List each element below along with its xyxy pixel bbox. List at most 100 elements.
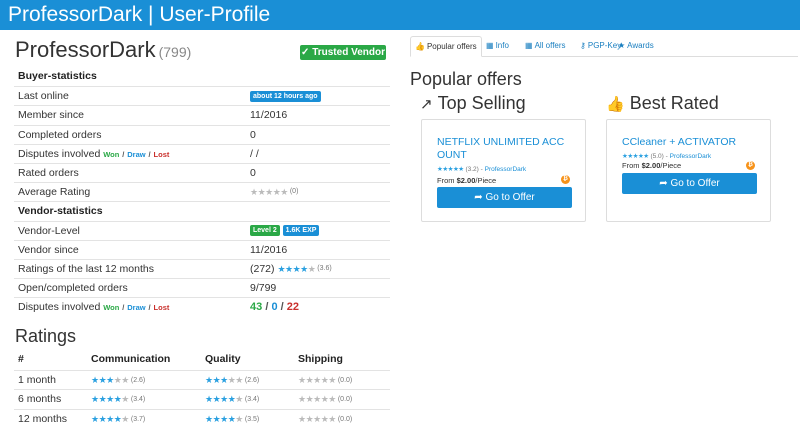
stat-row-ratings-12-months: Ratings of the last 12 months (272) ★★★★… — [14, 258, 390, 278]
ratings-12-note: (3.6) — [317, 265, 332, 273]
legend-slash: / — [122, 149, 125, 159]
ratings-header-period: # — [18, 353, 24, 365]
stat-row-vendor-since: Vendor since 11/2016 — [14, 239, 390, 259]
exp-badge: 1.6K EXP — [282, 225, 320, 237]
best-rated-label: Best Rated — [629, 93, 719, 113]
popular-offers-title: Popular offers — [410, 69, 522, 89]
member-since-label: Member since — [18, 109, 84, 122]
check-circle-icon: ✓ — [301, 47, 310, 58]
average-rating-value: ★★★★★ (0) — [250, 183, 298, 201]
legend-slash: / — [148, 149, 151, 159]
shipping-rating: ★★★★★ (0.0) — [298, 371, 352, 390]
tab-info[interactable]: ▦ Info — [482, 36, 513, 57]
quality-rating: ★★★★★ (2.6) — [205, 371, 259, 390]
tab-label: Info — [495, 41, 509, 50]
stats-table: Buyer-statistics Last online about 12 ho… — [14, 67, 390, 316]
disputes-lost-count: 22 — [286, 301, 299, 314]
disputes-slash: / — [265, 301, 269, 314]
offer-meta: ★★★★★ (5.0) - ProfessorDark — [622, 152, 711, 160]
offer-rating-note: (3.2) — [465, 166, 479, 173]
communication-rating: ★★★★★ (3.7) — [91, 410, 145, 429]
disputes-draw-count: 0 — [271, 301, 278, 314]
trusted-vendor-badge: ✓ Trusted Vendor — [300, 45, 386, 60]
legend-slash: / — [148, 303, 151, 313]
member-since-value: 11/2016 — [250, 109, 288, 122]
ratings-title: Ratings — [15, 326, 77, 346]
rating-stars: ★★★★★ — [277, 264, 316, 275]
rating-period: 1 month — [18, 373, 56, 386]
buyer-stats-title: Buyer-statistics — [18, 70, 97, 82]
top-bar: ProfessorDark | User-Profile — [0, 0, 800, 30]
offer-title[interactable]: NETFLIX UNLIMITED ACC OUNT — [437, 136, 577, 162]
profile-name: ProfessorDark (799) — [15, 37, 191, 65]
page-title: ProfessorDark | User-Profile — [8, 3, 271, 26]
button-label: Go to Offer — [485, 192, 535, 203]
buyer-disputes-label: Disputes involved Won / Draw / Lost — [18, 145, 169, 164]
bitcoin-icon: ₿ — [746, 161, 755, 170]
last-online-label: Last online — [18, 90, 69, 103]
go-to-offer-button[interactable]: ➦ Go to Offer — [622, 173, 757, 194]
last-online-value: about 12 hours ago — [250, 87, 321, 105]
tab-label: Awards — [627, 41, 654, 50]
thumbs-up-icon: 👍 — [606, 96, 625, 113]
rating-stars: ★★★★★ — [437, 166, 464, 173]
shipping-rating: ★★★★★ (0.0) — [298, 390, 352, 409]
ratings-12-label: Ratings of the last 12 months — [18, 262, 154, 275]
offer-price: From $2.00/Piece — [622, 161, 681, 170]
table-row: 6 months ★★★★★ (3.4) ★★★★★ (3.4) ★★★★★ (0.0… — [14, 389, 390, 409]
rating-note: (3.5) — [244, 415, 260, 423]
quality-rating: ★★★★★ (3.4) — [205, 390, 259, 409]
price-unit: /Piece — [475, 176, 497, 185]
grid-icon: ▦ — [525, 41, 533, 50]
rating-stars: ★★★★★ — [298, 394, 336, 404]
stat-row-completed-orders: Completed orders 0 — [14, 124, 390, 144]
rating-note: (3.4) — [244, 396, 260, 403]
offer-vendor[interactable]: ProfessorDark — [670, 153, 712, 160]
rating-period: 12 months — [18, 412, 68, 425]
calendar-icon: ▦ — [486, 41, 494, 50]
offer-meta-sep: - — [665, 153, 668, 160]
rating-note: (0.0) — [337, 415, 353, 423]
price-value: $2.00 — [641, 161, 661, 170]
shipping-rating: ★★★★★ (0.0) — [298, 410, 352, 429]
rated-orders-label: Rated orders — [18, 166, 79, 179]
average-rating-note: (0) — [289, 188, 299, 196]
rating-note: (2.6) — [244, 376, 260, 384]
tab-awards[interactable]: ★ Awards — [614, 36, 658, 57]
star-icon: ★ — [618, 41, 626, 50]
lost-legend: Lost — [153, 149, 170, 159]
ratings-table: # Communication Quality Shipping 1 month… — [14, 350, 390, 428]
offer-vendor[interactable]: ProfessorDark — [485, 166, 527, 173]
tab-label: All offers — [534, 41, 566, 50]
price-value: $2.00 — [456, 176, 476, 185]
go-to-offer-button[interactable]: ➦ Go to Offer — [437, 187, 572, 208]
vendor-disputes-value: 43 / 0 / 22 — [250, 298, 299, 316]
draw-legend: Draw — [127, 303, 146, 313]
share-arrow-icon: ➦ — [659, 178, 668, 189]
tab-popular-offers[interactable]: 👍 Popular offers — [410, 36, 482, 57]
stat-row-last-online: Last online about 12 hours ago — [14, 86, 390, 105]
tab-all-offers[interactable]: ▦ All offers — [521, 36, 570, 57]
ratings-header-row: # Communication Quality Shipping — [14, 350, 390, 370]
buyer-stats-header: Buyer-statistics — [14, 67, 390, 86]
trending-up-icon: ↗ — [420, 96, 433, 113]
open-completed-value: 9/799 — [250, 282, 277, 295]
rating-stars: ★★★★★ — [205, 394, 243, 404]
disputes-slash: / — [280, 301, 284, 314]
stat-row-vendor-disputes: Disputes involved Won / Draw / Lost 43 /… — [14, 297, 390, 316]
price-unit: /Piece — [660, 161, 682, 170]
ratings-header-communication: Communication — [91, 353, 171, 365]
rating-stars: ★★★★★ — [298, 413, 336, 424]
vendor-stats-header: Vendor-statistics — [14, 201, 390, 220]
price-prefix: From — [622, 161, 640, 170]
completed-orders-value: 0 — [250, 128, 256, 141]
rating-note: (2.6) — [130, 376, 146, 384]
offer-card: NETFLIX UNLIMITED ACC OUNT ★★★★★ (3.2) -… — [421, 119, 586, 222]
offer-price: From $2.00/Piece — [437, 176, 496, 185]
profile-username: ProfessorDark — [15, 37, 156, 62]
vendor-disputes-label: Disputes involved Won / Draw / Lost — [18, 298, 169, 317]
rating-stars: ★★★★★ — [250, 187, 288, 198]
offer-title[interactable]: CCleaner + ACTIVATOR — [622, 136, 762, 149]
buyer-disputes-text: Disputes involved — [18, 147, 101, 160]
thumbs-up-icon: 👍 — [415, 42, 425, 51]
